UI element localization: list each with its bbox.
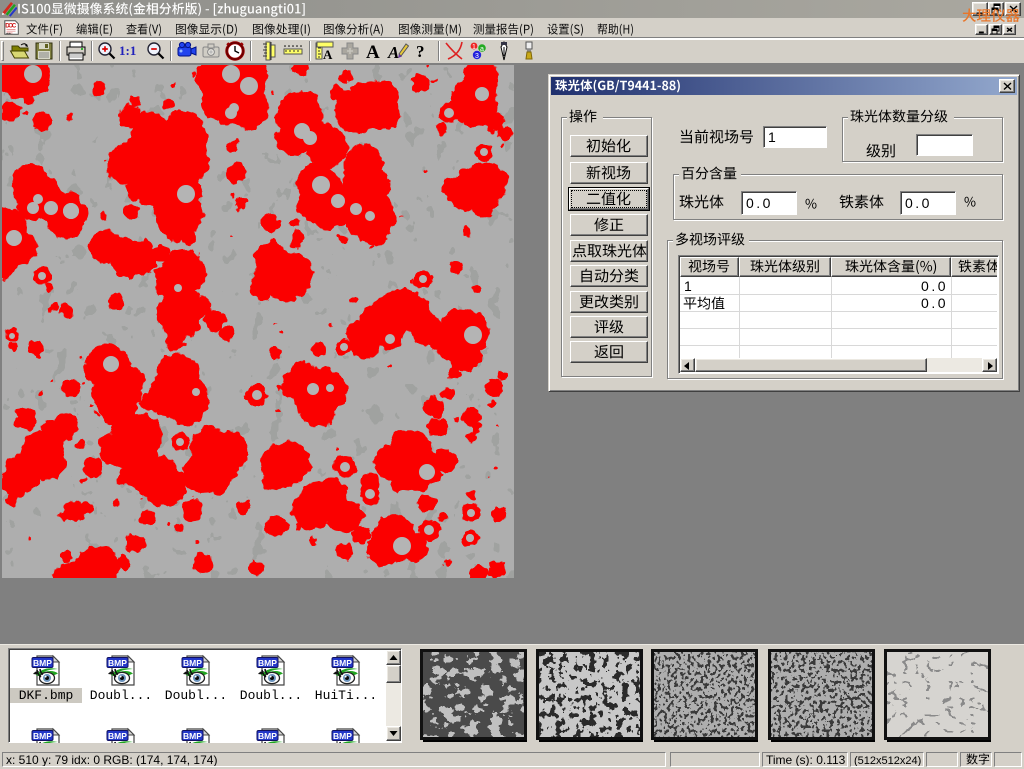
svg-text:?: ? [416, 42, 425, 61]
svg-text:A: A [323, 47, 333, 62]
svg-text:BMP: BMP [33, 658, 52, 668]
svg-text:BMP: BMP [258, 658, 277, 668]
svg-text:BMP: BMP [108, 658, 127, 668]
svg-text:A: A [366, 42, 380, 62]
svg-text:3: 3 [475, 53, 479, 60]
svg-text:BMP: BMP [258, 731, 277, 741]
svg-text:BMP: BMP [33, 731, 52, 741]
svg-text:A: A [387, 43, 399, 62]
svg-text:BMP: BMP [333, 731, 352, 741]
svg-text:BMP: BMP [333, 658, 352, 668]
svg-text:BMP: BMP [183, 658, 202, 668]
svg-text:BMP: BMP [183, 731, 202, 741]
svg-text:DOC: DOC [5, 23, 17, 29]
svg-text:BMP: BMP [108, 731, 127, 741]
svg-text:1: 1 [472, 44, 476, 51]
svg-text:a: a [480, 46, 484, 53]
